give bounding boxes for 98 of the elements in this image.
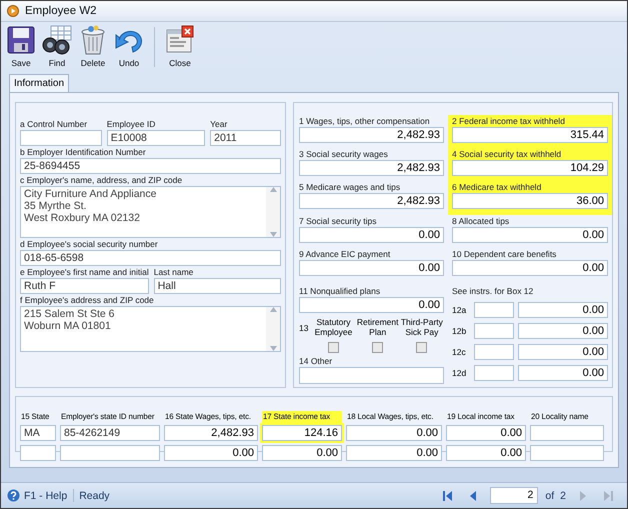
input-field[interactable] [299,367,444,384]
input-field[interactable] [60,445,160,461]
input-field[interactable]: 0.00 [346,425,442,441]
input-field[interactable]: Ruth F [20,278,149,294]
app-icon [7,5,19,17]
page-total: 2 [560,490,566,502]
checkbox[interactable] [328,342,339,353]
field-label: 8 Allocated tips [452,216,510,227]
checkbox-label: Statutory Employee [314,317,354,337]
input-field[interactable] [474,344,514,360]
input-field[interactable]: Hall [154,278,281,294]
first-page-icon [442,490,453,502]
checkbox-label: Third-Party Sick Pay [400,317,444,337]
memo-field[interactable]: City Furniture And Appliance 35 Myrthe St. West Roxbury MA 02132 [20,186,281,238]
checkbox[interactable] [416,342,428,353]
input-field[interactable]: MA [20,425,56,441]
scroll-up-icon [270,307,276,312]
input-field[interactable]: E10008 [106,130,206,146]
field-label: 7 Social security tips [299,216,378,227]
status-text: Ready [79,490,110,502]
field-label: a Control Number [20,119,88,130]
input-field[interactable] [530,425,604,441]
field-label: Last name [154,267,194,278]
field-label: 14 Other [299,356,334,367]
field-label: 9 Advance EIC payment [299,249,392,260]
input-field[interactable]: 85-4262149 [60,425,160,441]
input-field[interactable]: 2,482.93 [164,425,258,441]
input-field[interactable]: 0.00 [299,260,444,276]
field-label: e Employee's first name and initial [20,267,149,278]
field-label: Year [210,119,228,130]
input-field[interactable]: 2,482.93 [299,127,444,143]
field-label: 6 Medicare tax withheld [452,182,542,193]
input-field[interactable]: 0.00 [518,344,608,360]
help-link[interactable]: F1 - Help [24,490,68,502]
toolbar-button[interactable]: Undo [112,24,146,68]
field-label: 10 Dependent care benefits [452,249,558,260]
box-number: 13 [299,322,310,333]
input-field[interactable]: 2,482.93 [299,160,444,176]
input-field[interactable]: 0.00 [164,445,258,461]
input-field[interactable]: 0.00 [262,445,342,461]
toolbar-button[interactable]: Close [163,24,197,68]
input-field[interactable]: 018-65-6598 [20,250,281,266]
input-field[interactable]: 0.00 [452,227,608,243]
input-field[interactable]: 2011 [210,130,281,146]
input-field[interactable] [20,130,102,146]
input-field[interactable]: 315.44 [452,127,608,143]
field-label: Employee ID [106,119,156,130]
field-label: d Employee's social security number [20,239,159,250]
field-label: f Employee's address and ZIP code [20,295,155,306]
field-label: 1 Wages, tips, other compensation [299,116,431,127]
input-field[interactable]: 0.00 [346,445,442,461]
field-label: 3 Social security wages [299,149,389,160]
field-label: 12b [452,326,468,336]
page-of-label: of [545,490,554,502]
field-label: See instrs. for Box 12 [452,286,534,297]
field-label: 2 Federal income tax withheld [452,116,566,127]
input-field[interactable]: 2,482.93 [299,193,444,209]
scroll-down-icon [270,232,276,237]
memo-field[interactable]: 215 Salem St Ste 6 Woburn MA 01801 [20,306,281,352]
field-label: 12c [452,347,467,357]
field-label: c Employer's name, address, and ZIP code [20,175,184,186]
last-page-icon [602,490,614,502]
input-field[interactable]: 25-8694455 [20,158,281,174]
field-label: b Employer Identification Number [20,147,147,158]
input-field[interactable]: 0.00 [518,302,608,318]
field-label: 11 Nonqualified plans [299,286,382,297]
input-field[interactable]: 36.00 [452,193,608,209]
input-field[interactable]: 0.00 [299,297,444,313]
input-field[interactable]: 104.29 [452,160,608,176]
input-field[interactable]: 124.16 [262,425,342,441]
field-label: 12a [452,305,468,315]
input-field[interactable] [20,445,56,461]
input-field[interactable] [530,445,604,461]
binoculars-icon [41,24,73,56]
checkbox-label: Retirement Plan [356,317,400,337]
input-field[interactable]: 0.00 [446,445,526,461]
previous-page-icon [468,490,479,502]
page-field[interactable]: 2 [490,487,538,504]
checkbox[interactable] [372,342,384,353]
scroll-up-icon [270,187,276,192]
input-field[interactable]: 0.00 [446,425,526,441]
toolbar-button[interactable]: Save [4,24,38,68]
tab[interactable]: Information [9,74,70,92]
toolbar-button[interactable]: Delete [76,24,110,68]
input-field[interactable]: 0.00 [518,323,608,339]
field-label: 5 Medicare wages and tips [299,182,402,193]
input-field[interactable]: 0.00 [299,227,444,243]
input-field[interactable]: 0.00 [452,260,608,276]
input-field[interactable] [474,302,514,318]
toolbar-button[interactable]: Find [40,24,74,68]
input-field[interactable]: 0.00 [518,365,608,381]
field-label: 4 Social security tax withheld [452,149,562,160]
help-icon [7,489,20,502]
input-field[interactable] [474,323,514,339]
window-title: Employee W2 [25,5,97,17]
field-label: 12d [452,368,468,378]
input-field[interactable] [474,365,514,381]
scroll-down-icon [270,346,276,351]
